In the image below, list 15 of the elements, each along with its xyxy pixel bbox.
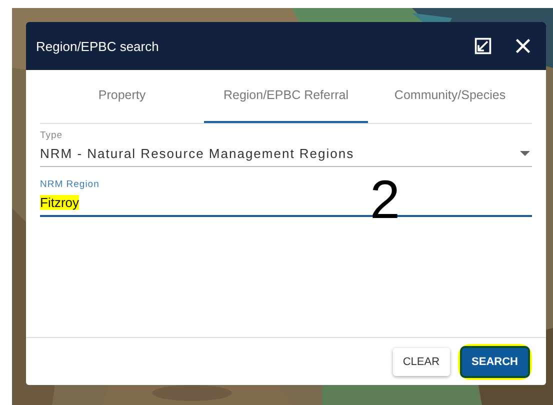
- tab[interactable]: Property: [40, 70, 204, 123]
- close-icon[interactable]: [514, 37, 532, 55]
- type-dropdown[interactable]: Type NRM - Natural Resource Management Regions: [40, 130, 532, 167]
- caret-icon: [520, 150, 530, 156]
- field-value: NRM - Natural Resource Management Regions: [40, 146, 356, 160]
- dialog-title: Region/EPBC search: [36, 38, 160, 54]
- field-value: Fitzroy: [40, 194, 79, 210]
- clear-button[interactable]: CLEAR: [392, 348, 450, 376]
- field-label: NRM Region: [40, 179, 100, 190]
- search-button[interactable]: SEARCH: [462, 348, 528, 376]
- tab[interactable]: Community/Species: [368, 70, 532, 123]
- resize-icon[interactable]: [474, 37, 492, 55]
- field-label: Type: [40, 130, 64, 141]
- input-field[interactable]: NRM Region Fitzroy 2: [40, 179, 532, 217]
- tab[interactable]: Region/EPBC Referral: [204, 70, 368, 123]
